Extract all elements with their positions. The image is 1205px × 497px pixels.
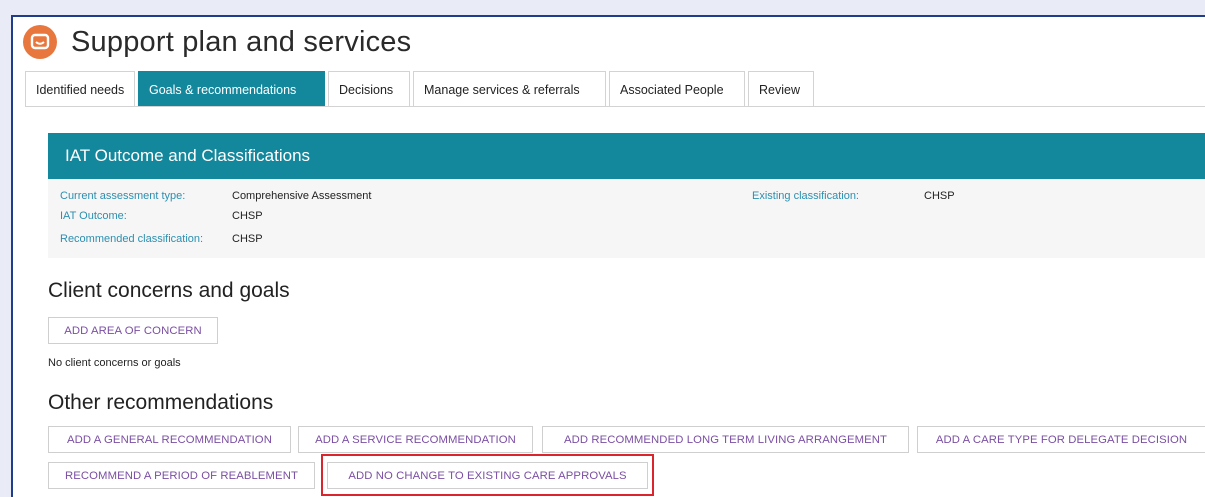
- app-window: Support plan and services Identified nee…: [11, 15, 1205, 497]
- iat-outcome-value: CHSP: [232, 210, 263, 222]
- add-care-type-delegate-decision-button[interactable]: ADD A CARE TYPE FOR DELEGATE DECISION: [917, 426, 1205, 453]
- iat-outcome-panel: IAT Outcome and Classifications Current …: [48, 133, 1205, 258]
- add-area-of-concern-button[interactable]: ADD AREA OF CONCERN: [48, 317, 218, 344]
- add-long-term-living-arrangement-button[interactable]: ADD RECOMMENDED LONG TERM LIVING ARRANGE…: [542, 426, 909, 453]
- add-service-recommendation-button[interactable]: ADD A SERVICE RECOMMENDATION: [298, 426, 533, 453]
- page-header: Support plan and services: [23, 25, 411, 59]
- recommended-classification-label: Recommended classification:: [60, 233, 204, 245]
- client-concerns-title: Client concerns and goals: [48, 279, 290, 302]
- tab-manage-services-referrals[interactable]: Manage services & referrals: [413, 71, 606, 107]
- tab-divider: [25, 106, 1205, 107]
- iat-outcome-label: IAT Outcome:: [60, 210, 127, 222]
- iat-panel-title: IAT Outcome and Classifications: [48, 133, 1205, 179]
- tab-bar: Identified needs Goals & recommendations…: [25, 71, 817, 107]
- tab-associated-people[interactable]: Associated People: [609, 71, 745, 107]
- tab-identified-needs[interactable]: Identified needs: [25, 71, 135, 107]
- recommended-classification-value: CHSP: [232, 233, 263, 245]
- existing-classification-value: CHSP: [924, 190, 955, 202]
- add-no-change-existing-care-approvals-button[interactable]: ADD NO CHANGE TO EXISTING CARE APPROVALS: [327, 462, 648, 489]
- current-assessment-type-label: Current assessment type:: [60, 190, 186, 202]
- tab-decisions[interactable]: Decisions: [328, 71, 410, 107]
- current-assessment-type-value: Comprehensive Assessment: [232, 190, 372, 202]
- other-recommendations-title: Other recommendations: [48, 391, 274, 414]
- add-general-recommendation-button[interactable]: ADD A GENERAL RECOMMENDATION: [48, 426, 291, 453]
- no-concerns-text: No client concerns or goals: [48, 357, 181, 369]
- recommend-period-of-reablement-button[interactable]: RECOMMEND A PERIOD OF REABLEMENT: [48, 462, 315, 489]
- tab-goals-recommendations[interactable]: Goals & recommendations: [138, 71, 325, 107]
- existing-classification-label: Existing classification:: [752, 190, 859, 202]
- page-title: Support plan and services: [71, 25, 412, 58]
- care-logo-icon: [23, 25, 57, 59]
- tab-review[interactable]: Review: [748, 71, 814, 107]
